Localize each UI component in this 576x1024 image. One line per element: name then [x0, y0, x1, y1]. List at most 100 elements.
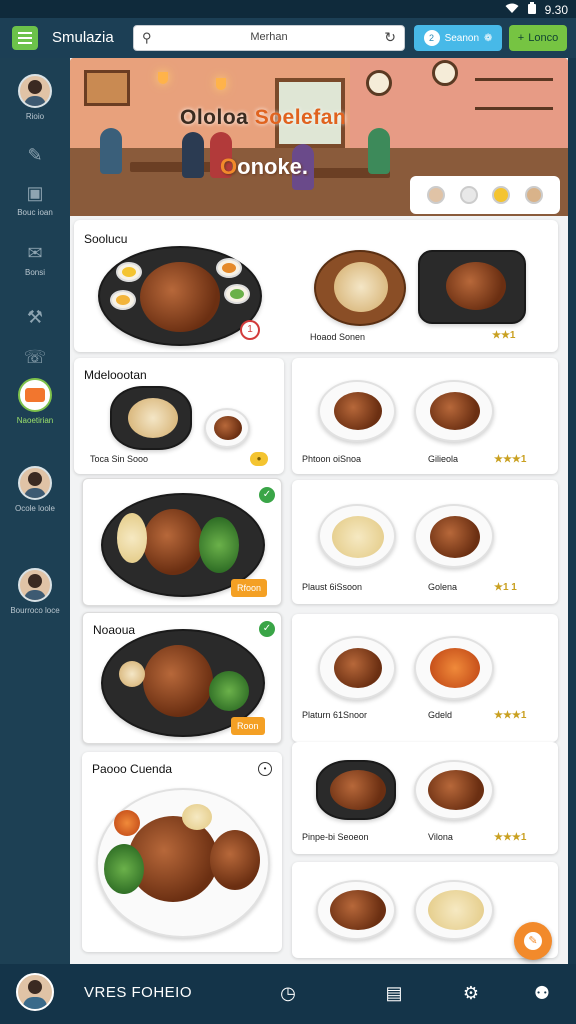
bottom-nav-label: VRES FOHEIO: [84, 984, 193, 1001]
sauce-dish: [116, 262, 142, 282]
battery-icon: [527, 2, 537, 17]
avatar[interactable]: [427, 186, 446, 204]
hero-subtitle-part3: .: [301, 154, 309, 179]
food-image: [334, 262, 388, 312]
sidebar-item-tools[interactable]: ⚒: [0, 306, 70, 332]
food-plate[interactable]: [96, 788, 270, 938]
food-plate[interactable]: [316, 880, 396, 940]
avatar: [18, 466, 52, 500]
food-image: [104, 844, 144, 894]
food-plate[interactable]: [98, 246, 262, 346]
food-plate[interactable]: [414, 760, 494, 820]
food-plate[interactable]: [318, 380, 396, 442]
section-card: Mdeloootan Toca Sin Sooo ●: [74, 358, 284, 474]
sidebar-item-label: Bourroco loce: [10, 606, 60, 615]
hero-subtitle-part1: O: [220, 154, 238, 179]
food-image: [128, 398, 178, 438]
food-image: [214, 416, 242, 440]
food-plate[interactable]: [414, 380, 494, 442]
item-caption: Plaust 6iSsoon: [302, 582, 363, 592]
food-plate[interactable]: [110, 386, 192, 450]
avatar: [18, 74, 52, 108]
avatar[interactable]: [16, 973, 54, 1011]
food-image: [119, 661, 145, 687]
person: [182, 132, 204, 178]
main-content: Ololoa Soelefan Oonoke. Soolucu 1 Hoaod …: [70, 58, 568, 964]
info-badge[interactable]: 1: [240, 320, 260, 340]
food-image: [330, 770, 386, 810]
person: [368, 128, 390, 174]
food-plate[interactable]: [414, 504, 494, 568]
list-icon[interactable]: ▤: [381, 980, 407, 1006]
food-icon: [18, 378, 52, 412]
sidebar-item-chat[interactable]: ✉ Bonsi: [0, 242, 70, 277]
food-plate[interactable]: [204, 408, 250, 448]
hero-subtitle: Oonoke.: [220, 154, 308, 180]
refresh-icon[interactable]: ↻: [384, 29, 396, 46]
food-plate[interactable]: [318, 504, 396, 568]
food-plate[interactable]: [316, 760, 396, 820]
menu-button[interactable]: [12, 26, 38, 50]
sidebar-item-label: Rioio: [25, 112, 45, 121]
section-title: Soolucu: [84, 232, 128, 246]
sidebar-item-contact[interactable]: Ocole loole: [0, 466, 70, 513]
sidebar-item-support[interactable]: ☏: [0, 346, 70, 372]
food-image: [332, 516, 384, 558]
sidebar-item-box[interactable]: ▣ Bouc ioan: [0, 182, 70, 217]
avatar[interactable]: [524, 186, 543, 204]
food-plate[interactable]: [418, 250, 526, 324]
wifi-icon: [505, 3, 519, 17]
rating-stars: ★1 1: [494, 582, 517, 593]
food-plate[interactable]: [414, 880, 494, 940]
search-text: Merhan: [250, 31, 288, 43]
settings-icon[interactable]: ⚙: [458, 980, 484, 1006]
section-card: Soolucu 1 Hoaod Sonen ★★1: [74, 220, 558, 352]
floating-action-button[interactable]: ✎: [514, 922, 552, 960]
sidebar-item-food[interactable]: Naoetirian: [0, 378, 70, 425]
section-card: Paooo Cuenda •: [82, 752, 282, 952]
food-plate[interactable]: [414, 636, 494, 700]
table: [130, 162, 220, 172]
coin-icon[interactable]: [492, 186, 511, 204]
edit-icon: ✎: [524, 932, 542, 950]
food-image: [334, 392, 382, 430]
food-image: [114, 810, 140, 836]
lamp: [216, 78, 226, 90]
rating-stars: ★★★1: [494, 454, 527, 465]
featured-card[interactable]: ✓ Rfoon: [82, 478, 282, 606]
lock-icon[interactable]: [459, 186, 478, 204]
sidebar-item-contact-2[interactable]: Bourroco loce: [0, 568, 70, 615]
sidebar-item-profile[interactable]: Rioio: [0, 74, 70, 121]
item-caption: Pinpe-bi Seoeon: [302, 832, 369, 842]
sidebar-item-label: Bonsi: [24, 268, 45, 277]
search-input[interactable]: ⚲ Merhan ↻: [133, 25, 405, 51]
sidebar-item-label: Bouc ioan: [17, 208, 53, 217]
food-image: [199, 517, 239, 573]
food-plate[interactable]: [314, 250, 406, 326]
food-plate[interactable]: [318, 636, 396, 700]
hero-subtitle-part2: onoke: [237, 154, 302, 179]
clock-icon: [432, 60, 458, 86]
action-button[interactable]: + Lonco: [509, 25, 567, 51]
clock-icon[interactable]: ◷: [275, 980, 301, 1006]
filter-icon: ❁: [484, 32, 493, 44]
sauce-dish: [224, 284, 250, 304]
food-image: [430, 648, 480, 688]
clock-icon[interactable]: •: [258, 762, 272, 776]
section-card: Phtoon oiSnoa Gilieola ★★★1: [292, 358, 558, 474]
item-caption: Golena: [428, 582, 458, 592]
user-icon[interactable]: ⚉: [529, 980, 555, 1006]
sidebar-item-edit[interactable]: ✎: [0, 144, 70, 170]
clock-icon: [366, 70, 392, 96]
section-title: Mdeloootan: [84, 368, 147, 382]
food-image: [430, 516, 480, 558]
edit-icon: ✎: [27, 145, 43, 165]
box-icon: ▣: [26, 183, 44, 203]
sauce-dish: [216, 258, 242, 278]
featured-card[interactable]: Noaoua ✓ Roon: [82, 612, 282, 744]
section-card: Plaust 6iSsoon Golena ★1 1: [292, 480, 558, 604]
item-caption: Hoaod Sonen: [310, 332, 366, 342]
search-button[interactable]: 2 Seanon ❁: [414, 25, 502, 51]
chat-icon: ✉: [27, 243, 43, 263]
tools-icon: ⚒: [26, 307, 44, 327]
